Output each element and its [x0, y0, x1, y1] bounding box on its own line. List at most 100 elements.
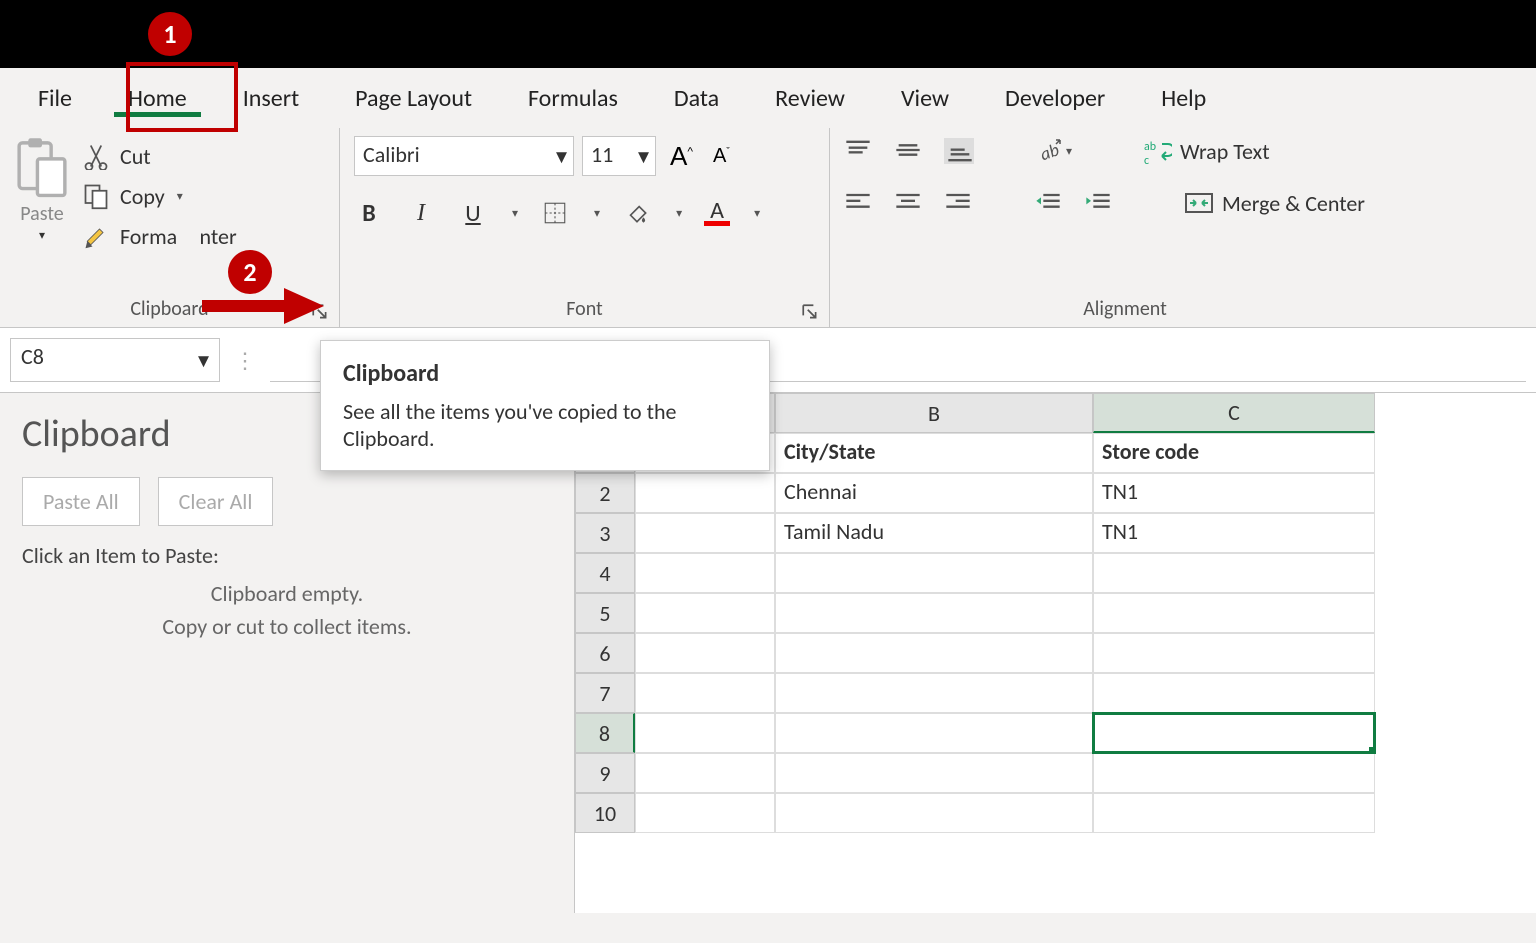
- cell[interactable]: [775, 553, 1093, 593]
- col-header-b[interactable]: B: [775, 393, 1093, 433]
- col-header-c[interactable]: C: [1093, 393, 1375, 433]
- row-header[interactable]: 9: [575, 753, 635, 793]
- align-right-button[interactable]: [944, 190, 974, 216]
- tab-formulas[interactable]: Formulas: [500, 74, 646, 123]
- cell[interactable]: [1093, 793, 1375, 833]
- cell[interactable]: TN1: [1093, 473, 1375, 513]
- tab-file[interactable]: File: [10, 74, 100, 123]
- italic-button[interactable]: I: [406, 198, 436, 228]
- paste-icon: [14, 136, 70, 200]
- wrap-text-button[interactable]: abc Wrap Text: [1142, 136, 1270, 166]
- cell[interactable]: [775, 673, 1093, 713]
- cell[interactable]: Tamil Nadu: [775, 513, 1093, 553]
- format-painter-button[interactable]: Forma00nter: [82, 222, 237, 250]
- tab-insert[interactable]: Insert: [215, 74, 327, 123]
- align-center-button[interactable]: [894, 190, 924, 216]
- underline-button[interactable]: U: [458, 198, 488, 228]
- scissors-icon: [82, 142, 110, 170]
- fill-color-button[interactable]: [622, 198, 652, 228]
- cell[interactable]: [635, 793, 775, 833]
- underline-dropdown-icon[interactable]: ▾: [512, 206, 518, 221]
- cell[interactable]: [635, 593, 775, 633]
- name-box[interactable]: C8 ▾: [10, 338, 220, 382]
- align-top-button[interactable]: [844, 138, 874, 164]
- clear-all-button[interactable]: Clear All: [158, 477, 274, 526]
- row-header[interactable]: 4: [575, 553, 635, 593]
- decrease-font-button[interactable]: Aˇ: [707, 144, 736, 169]
- cell[interactable]: [635, 753, 775, 793]
- orientation-button[interactable]: ab ▾: [1034, 136, 1072, 166]
- cell[interactable]: [775, 633, 1093, 673]
- decrease-indent-button[interactable]: [1034, 190, 1064, 216]
- cell[interactable]: TN1: [1093, 513, 1375, 553]
- tab-developer[interactable]: Developer: [977, 74, 1133, 123]
- tab-review[interactable]: Review: [747, 74, 873, 123]
- row-header[interactable]: 8: [575, 713, 635, 753]
- font-color-dropdown-icon[interactable]: ▾: [754, 206, 760, 221]
- tooltip-title: Clipboard: [343, 359, 747, 388]
- cut-button[interactable]: Cut: [82, 142, 237, 170]
- tab-page-layout[interactable]: Page Layout: [327, 74, 500, 123]
- font-launcher[interactable]: [801, 303, 819, 321]
- cell[interactable]: City/State: [775, 433, 1093, 473]
- row-header[interactable]: 7: [575, 673, 635, 713]
- cell[interactable]: [635, 633, 775, 673]
- tab-help[interactable]: Help: [1133, 74, 1234, 123]
- row-header[interactable]: 5: [575, 593, 635, 633]
- row-header[interactable]: 10: [575, 793, 635, 833]
- tab-view[interactable]: View: [873, 74, 977, 123]
- bold-button[interactable]: B: [354, 198, 384, 228]
- cell[interactable]: [775, 593, 1093, 633]
- cell[interactable]: [1093, 713, 1375, 753]
- spreadsheet[interactable]: A B C 1City/StateStore code2ChennaiTN13T…: [575, 393, 1536, 913]
- cell[interactable]: [775, 793, 1093, 833]
- copy-button[interactable]: Copy ▾: [82, 182, 237, 210]
- increase-indent-button[interactable]: [1084, 190, 1114, 216]
- clipboard-hint: Click an Item to Paste:: [22, 542, 552, 569]
- cell[interactable]: Store code: [1093, 433, 1375, 473]
- font-size-select[interactable]: 11 ▾: [582, 136, 656, 176]
- font-color-button[interactable]: A: [704, 201, 730, 226]
- paste-all-button[interactable]: Paste All: [22, 477, 140, 526]
- paste-dropdown-icon[interactable]: ▾: [39, 228, 45, 243]
- align-bottom-button[interactable]: [944, 138, 974, 164]
- row-header[interactable]: 6: [575, 633, 635, 673]
- title-bar: [0, 0, 1536, 68]
- cell[interactable]: [635, 713, 775, 753]
- merge-center-button[interactable]: Merge & Center: [1184, 188, 1365, 218]
- borders-dropdown-icon[interactable]: ▾: [594, 206, 600, 221]
- row-header[interactable]: 3: [575, 513, 635, 553]
- chevron-down-icon: ▾: [198, 347, 209, 374]
- clipboard-empty-line1: Clipboard empty.: [22, 577, 552, 610]
- paste-button[interactable]: Paste ▾: [14, 136, 70, 295]
- align-middle-button[interactable]: [894, 138, 924, 164]
- cell[interactable]: [635, 473, 775, 513]
- orientation-dropdown-icon[interactable]: ▾: [1066, 144, 1072, 159]
- cell[interactable]: Chennai: [775, 473, 1093, 513]
- paste-label: Paste: [20, 202, 64, 226]
- row-header[interactable]: 2: [575, 473, 635, 513]
- copy-dropdown-icon[interactable]: ▾: [177, 189, 183, 204]
- cell[interactable]: [775, 753, 1093, 793]
- cell[interactable]: [1093, 753, 1375, 793]
- cell[interactable]: [635, 513, 775, 553]
- fx-separator: ⋮: [230, 347, 260, 374]
- align-left-button[interactable]: [844, 190, 874, 216]
- cell[interactable]: [1093, 553, 1375, 593]
- increase-font-button[interactable]: A^: [664, 140, 699, 173]
- fill-dropdown-icon[interactable]: ▾: [676, 206, 682, 221]
- cell[interactable]: [1093, 593, 1375, 633]
- cell[interactable]: [1093, 633, 1375, 673]
- borders-button[interactable]: [540, 198, 570, 228]
- tab-home[interactable]: Home: [100, 74, 215, 123]
- cell[interactable]: [1093, 673, 1375, 713]
- cell[interactable]: [635, 673, 775, 713]
- tab-data[interactable]: Data: [646, 74, 747, 123]
- clipboard-pane: Clipboard Paste All Clear All Click an I…: [0, 393, 575, 913]
- cell[interactable]: [775, 713, 1093, 753]
- font-name-select[interactable]: Calibri ▾: [354, 136, 574, 176]
- group-alignment: ab ▾ abc Wrap Text Merge &: [830, 128, 1420, 327]
- annotation-1: 1: [148, 12, 192, 56]
- cell[interactable]: [635, 553, 775, 593]
- paintbrush-icon: [82, 222, 110, 250]
